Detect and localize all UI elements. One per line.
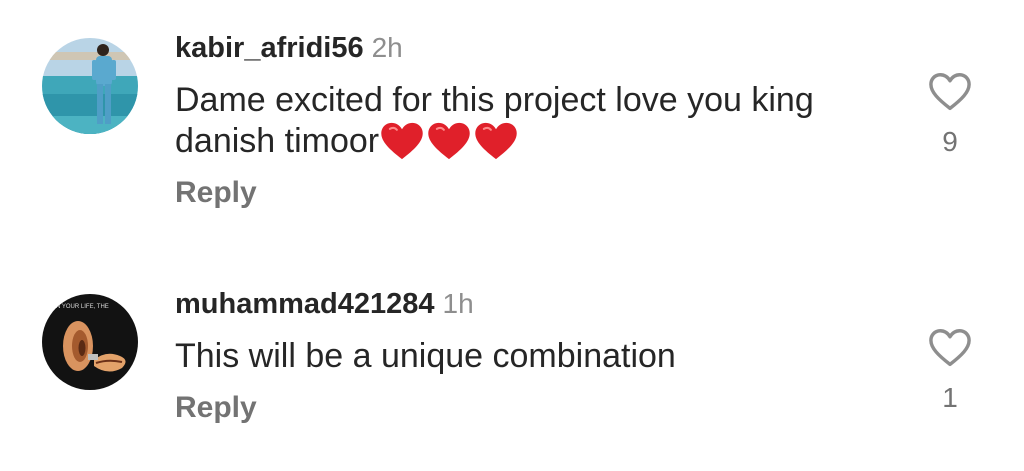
avatar[interactable]: N YOUR LIFE, THE: [42, 294, 138, 390]
avatar-artwork-ear-lips: N YOUR LIFE, THE: [42, 294, 138, 390]
timestamp: 2h: [371, 32, 403, 63]
heart-outline-icon[interactable]: [928, 72, 972, 112]
avatar-caption: N YOUR LIFE, THE: [56, 304, 109, 310]
like-control: 9: [922, 72, 978, 158]
comment-text-content: This will be a unique combination: [175, 337, 676, 375]
comment-body: muhammad421284 1h This will be a unique c…: [175, 284, 875, 425]
comment-meta: kabir_afridi56 2h: [175, 28, 875, 68]
comments-list: kabir_afridi56 2h Dame excited for this p…: [0, 0, 1024, 471]
red-heart-icon: [428, 122, 470, 160]
comment-text: This will be a unique combination: [175, 336, 875, 377]
username[interactable]: kabir_afridi56: [175, 32, 364, 64]
red-heart-icon: [475, 122, 517, 160]
username[interactable]: muhammad421284: [175, 288, 435, 320]
red-heart-icon: [381, 122, 423, 160]
reply-button[interactable]: Reply: [175, 176, 257, 210]
comment-meta: muhammad421284 1h: [175, 284, 875, 324]
comment-body: kabir_afridi56 2h Dame excited for this p…: [175, 28, 875, 210]
comment-text: Dame excited for this project love you k…: [175, 80, 875, 162]
like-count: 1: [942, 382, 958, 413]
like-control: 1: [922, 328, 978, 414]
like-count: 9: [942, 126, 958, 157]
timestamp: 1h: [442, 288, 474, 319]
avatar[interactable]: [42, 38, 138, 134]
heart-outline-icon[interactable]: [928, 328, 972, 368]
avatar-photo-lake: [42, 38, 138, 134]
reply-button[interactable]: Reply: [175, 391, 257, 425]
emoji-group: [381, 122, 522, 160]
